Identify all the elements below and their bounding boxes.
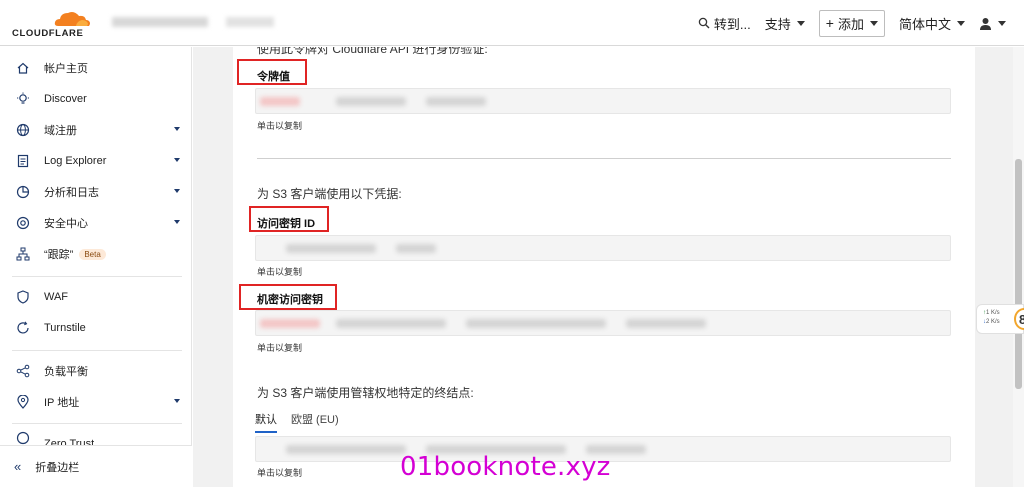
refresh-icon bbox=[16, 321, 30, 335]
jurisdiction-tabs: 默认 欧盟 (EU) bbox=[255, 411, 339, 433]
shield-icon bbox=[16, 290, 30, 304]
chevron-down-icon bbox=[174, 399, 180, 403]
endpoint-copy-hint: 单击以复制 bbox=[257, 468, 303, 478]
double-chevron-left-icon: « bbox=[14, 459, 22, 474]
chevron-down-icon bbox=[998, 20, 1006, 26]
sidebar-item-analytics[interactable]: 分析和日志 bbox=[0, 180, 192, 204]
watermark-text: 01booknote.xyz bbox=[400, 452, 611, 482]
cloud-logo-icon bbox=[54, 12, 90, 26]
chart-icon bbox=[16, 185, 30, 199]
sidebar-item-trace[interactable]: “跟踪” Beta bbox=[0, 242, 192, 266]
goto-label: 转到... bbox=[713, 16, 751, 32]
s3-credentials-intro: 为 S3 客户端使用以下凭据: bbox=[257, 187, 402, 201]
token-copy-hint: 单击以复制 bbox=[257, 121, 303, 131]
sidebar-item-load-balancing[interactable]: 负载平衡 bbox=[0, 359, 192, 383]
chevron-down-icon bbox=[174, 189, 180, 193]
cloudflare-logo[interactable]: CLOUDFLARE bbox=[12, 8, 92, 40]
location-icon bbox=[16, 395, 30, 409]
search-icon bbox=[698, 17, 710, 29]
sidebar-item-label: 域注册 bbox=[44, 125, 77, 137]
sidebar-item-home[interactable]: 帐户主页 bbox=[0, 56, 192, 80]
network-icon bbox=[16, 247, 30, 261]
access-key-id-field[interactable] bbox=[255, 235, 951, 261]
chevron-down-icon bbox=[174, 220, 180, 224]
sidebar-item-label: IP 地址 bbox=[44, 397, 80, 409]
add-label: 添加 bbox=[837, 16, 864, 32]
tab-default[interactable]: 默认 bbox=[255, 411, 277, 433]
sidebar: 帐户主页 Discover 域注册 Log Explorer 分析和日志 安全中… bbox=[0, 47, 192, 487]
goto-button[interactable]: 转到... bbox=[698, 14, 751, 33]
secret-key-copy-hint: 单击以复制 bbox=[257, 343, 303, 353]
scrollbar-thumb[interactable] bbox=[1015, 159, 1022, 389]
target-icon bbox=[16, 216, 30, 230]
endpoint-intro: 为 S3 客户端使用管辖权地特定的终结点: bbox=[257, 386, 474, 400]
globe-icon bbox=[16, 123, 30, 137]
sidebar-item-ip-addresses[interactable]: IP 地址 bbox=[0, 390, 192, 414]
main-content: 使用此令牌对 Cloudflare API 进行身份验证: 令牌值 单击以复制 … bbox=[193, 47, 1013, 487]
token-value-field[interactable] bbox=[255, 88, 951, 114]
sidebar-item-waf[interactable]: WAF bbox=[0, 285, 192, 309]
sidebar-divider bbox=[12, 350, 182, 351]
top-bar: CLOUDFLARE 转到... 支持 + 添加 简体中文 bbox=[0, 0, 1024, 46]
zero-trust-icon bbox=[16, 431, 30, 445]
sidebar-item-domain-registration[interactable]: 域注册 bbox=[0, 118, 192, 142]
sidebar-item-label: “跟踪” bbox=[44, 249, 74, 261]
sidebar-item-label: Discover bbox=[44, 93, 87, 105]
home-icon bbox=[16, 61, 30, 75]
sidebar-item-label: Zero Trust bbox=[44, 438, 95, 445]
support-label: 支持 bbox=[764, 16, 791, 32]
highlight-box bbox=[237, 59, 307, 85]
sidebar-item-label: 负载平衡 bbox=[44, 366, 88, 378]
secret-access-key-field[interactable] bbox=[255, 310, 951, 336]
sidebar-item-security-center[interactable]: 安全中心 bbox=[0, 211, 192, 235]
user-icon bbox=[980, 17, 991, 30]
plus-icon: + bbox=[825, 15, 834, 31]
section-divider bbox=[257, 158, 951, 159]
sidebar-item-label: Log Explorer bbox=[44, 155, 107, 167]
sidebar-item-log-explorer[interactable]: Log Explorer bbox=[0, 149, 192, 173]
api-token-intro: 使用此令牌对 Cloudflare API 进行身份验证: bbox=[257, 47, 488, 56]
document-icon bbox=[16, 154, 30, 168]
lightbulb-icon bbox=[16, 92, 30, 106]
language-label: 简体中文 bbox=[898, 16, 951, 32]
sidebar-item-label: WAF bbox=[44, 291, 69, 303]
chevron-down-icon bbox=[869, 20, 878, 26]
collapse-sidebar-button[interactable]: « 折叠边栏 bbox=[0, 445, 192, 487]
highlight-box bbox=[249, 206, 329, 232]
sidebar-item-zero-trust[interactable]: Zero Trust bbox=[0, 431, 192, 445]
user-menu[interactable] bbox=[979, 17, 1006, 30]
share-icon bbox=[16, 364, 30, 378]
sidebar-item-discover[interactable]: Discover bbox=[0, 87, 192, 111]
chevron-down-icon bbox=[174, 158, 180, 162]
access-key-copy-hint: 单击以复制 bbox=[257, 267, 303, 277]
chevron-down-icon bbox=[796, 20, 805, 26]
sidebar-divider bbox=[12, 423, 182, 424]
sidebar-item-label: 帐户主页 bbox=[44, 63, 88, 75]
tab-eu[interactable]: 欧盟 (EU) bbox=[291, 411, 339, 433]
sidebar-divider bbox=[12, 276, 182, 277]
sidebar-item-label: 安全中心 bbox=[44, 218, 88, 230]
account-name-redacted bbox=[112, 17, 208, 27]
beta-badge: Beta bbox=[79, 248, 106, 260]
support-menu[interactable]: 支持 bbox=[765, 14, 805, 33]
account-id-redacted bbox=[226, 17, 274, 27]
sidebar-item-label: Turnstile bbox=[44, 322, 86, 334]
sidebar-item-turnstile[interactable]: Turnstile bbox=[0, 316, 192, 340]
chevron-down-icon bbox=[174, 127, 180, 131]
collapse-label: 折叠边栏 bbox=[35, 461, 80, 474]
chevron-down-icon bbox=[957, 20, 965, 26]
add-button[interactable]: + 添加 bbox=[818, 9, 885, 37]
credentials-card: 使用此令牌对 Cloudflare API 进行身份验证: 令牌值 单击以复制 … bbox=[233, 47, 975, 487]
logo-text: CLOUDFLARE bbox=[12, 28, 84, 39]
highlight-box bbox=[239, 284, 337, 310]
page-scrollbar[interactable] bbox=[1013, 47, 1024, 487]
language-menu[interactable]: 简体中文 bbox=[899, 14, 965, 33]
sidebar-item-label: 分析和日志 bbox=[44, 187, 99, 199]
